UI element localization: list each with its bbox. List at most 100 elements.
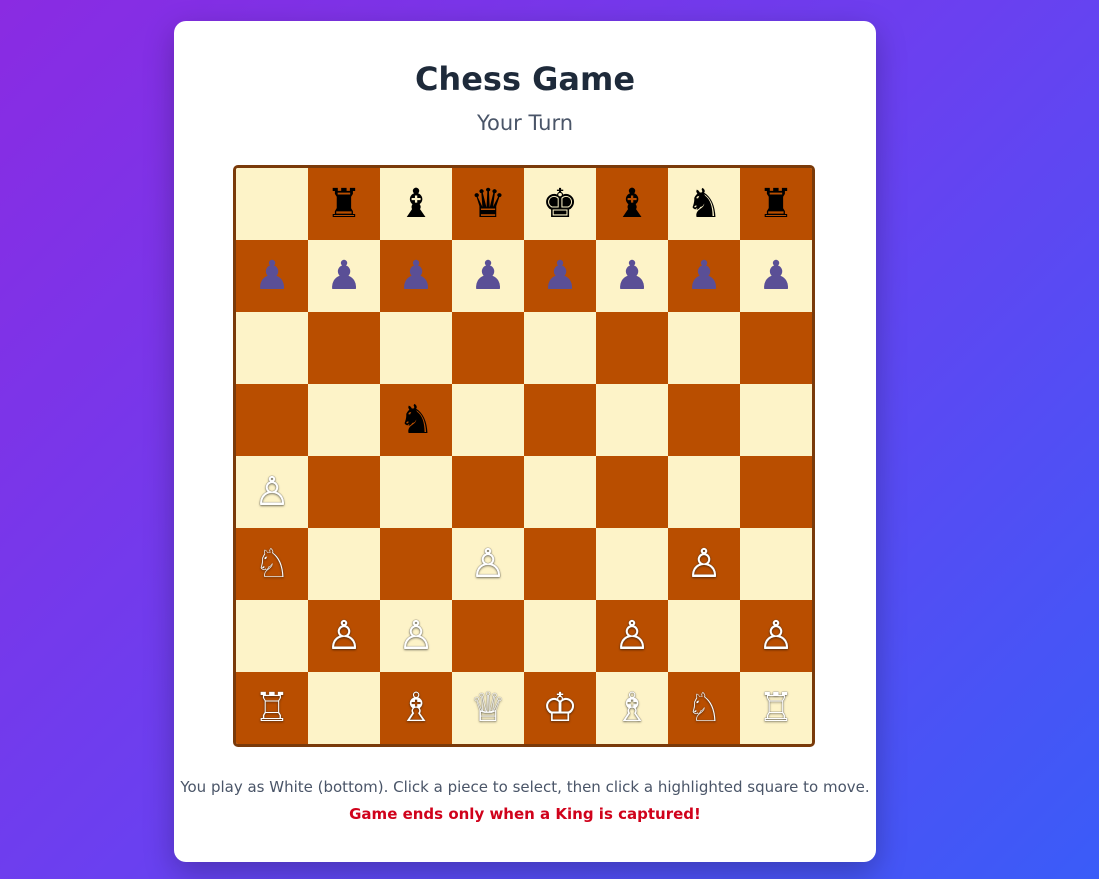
white-pawn-icon[interactable]: ♙ xyxy=(686,544,722,584)
square-g8[interactable]: ♞ xyxy=(668,168,740,240)
square-h2[interactable]: ♙ xyxy=(740,600,812,672)
black-pawn-icon[interactable]: ♟ xyxy=(470,256,506,296)
square-d2[interactable] xyxy=(452,600,524,672)
square-d3[interactable]: ♙ xyxy=(452,528,524,600)
square-c8[interactable]: ♝ xyxy=(380,168,452,240)
black-bishop-icon[interactable]: ♝ xyxy=(614,184,650,224)
white-pawn-icon[interactable]: ♙ xyxy=(326,616,362,656)
square-b1[interactable] xyxy=(308,672,380,744)
square-b4[interactable] xyxy=(308,456,380,528)
black-king-icon[interactable]: ♚ xyxy=(542,184,578,224)
black-pawn-icon[interactable]: ♟ xyxy=(326,256,362,296)
black-pawn-icon[interactable]: ♟ xyxy=(758,256,794,296)
square-b8[interactable]: ♜ xyxy=(308,168,380,240)
black-pawn-icon[interactable]: ♟ xyxy=(542,256,578,296)
square-f5[interactable] xyxy=(596,384,668,456)
white-knight-icon[interactable]: ♘ xyxy=(686,688,722,728)
square-d4[interactable] xyxy=(452,456,524,528)
square-c5[interactable]: ♞ xyxy=(380,384,452,456)
square-f6[interactable] xyxy=(596,312,668,384)
square-f1[interactable]: ♗ xyxy=(596,672,668,744)
square-a6[interactable] xyxy=(236,312,308,384)
square-c7[interactable]: ♟ xyxy=(380,240,452,312)
square-e6[interactable] xyxy=(524,312,596,384)
square-h4[interactable] xyxy=(740,456,812,528)
white-pawn-icon[interactable]: ♙ xyxy=(470,544,506,584)
black-knight-icon[interactable]: ♞ xyxy=(398,400,434,440)
square-a4[interactable]: ♙ xyxy=(236,456,308,528)
square-h8[interactable]: ♜ xyxy=(740,168,812,240)
square-g5[interactable] xyxy=(668,384,740,456)
square-d6[interactable] xyxy=(452,312,524,384)
black-queen-icon[interactable]: ♛ xyxy=(470,184,506,224)
square-c1[interactable]: ♗ xyxy=(380,672,452,744)
white-pawn-icon[interactable]: ♙ xyxy=(614,616,650,656)
game-card: Chess Game Your Turn ♜ ♝ ♛ ♚ ♝ ♞ ♜ ♟ ♟ ♟ ♟ ♟ ♟ ♟ ♟ ♞ ♙ ♘ ♙… xyxy=(174,21,876,862)
black-pawn-icon[interactable]: ♟ xyxy=(398,256,434,296)
square-g3[interactable]: ♙ xyxy=(668,528,740,600)
page-title: Chess Game xyxy=(414,60,636,98)
white-bishop-icon[interactable]: ♗ xyxy=(398,688,434,728)
square-f4[interactable] xyxy=(596,456,668,528)
square-b7[interactable]: ♟ xyxy=(308,240,380,312)
instructions-text: You play as White (bottom). Click a piec… xyxy=(180,778,870,796)
square-h7[interactable]: ♟ xyxy=(740,240,812,312)
square-e7[interactable]: ♟ xyxy=(524,240,596,312)
white-pawn-icon[interactable]: ♙ xyxy=(398,616,434,656)
square-a2[interactable] xyxy=(236,600,308,672)
square-d7[interactable]: ♟ xyxy=(452,240,524,312)
black-bishop-icon[interactable]: ♝ xyxy=(398,184,434,224)
white-pawn-icon[interactable]: ♙ xyxy=(758,616,794,656)
square-g4[interactable] xyxy=(668,456,740,528)
square-f8[interactable]: ♝ xyxy=(596,168,668,240)
black-pawn-icon[interactable]: ♟ xyxy=(614,256,650,296)
white-rook-icon[interactable]: ♖ xyxy=(254,688,290,728)
square-g2[interactable] xyxy=(668,600,740,672)
square-g6[interactable] xyxy=(668,312,740,384)
square-a1[interactable]: ♖ xyxy=(236,672,308,744)
square-f7[interactable]: ♟ xyxy=(596,240,668,312)
square-d5[interactable] xyxy=(452,384,524,456)
white-queen-icon[interactable]: ♕ xyxy=(470,688,506,728)
white-king-icon[interactable]: ♔ xyxy=(542,688,578,728)
square-e8[interactable]: ♚ xyxy=(524,168,596,240)
square-a8[interactable] xyxy=(236,168,308,240)
square-c3[interactable] xyxy=(380,528,452,600)
square-a7[interactable]: ♟ xyxy=(236,240,308,312)
white-knight-icon[interactable]: ♘ xyxy=(254,544,290,584)
square-g7[interactable]: ♟ xyxy=(668,240,740,312)
square-e5[interactable] xyxy=(524,384,596,456)
square-c2[interactable]: ♙ xyxy=(380,600,452,672)
square-a5[interactable] xyxy=(236,384,308,456)
black-pawn-icon[interactable]: ♟ xyxy=(254,256,290,296)
white-rook-icon[interactable]: ♖ xyxy=(758,688,794,728)
square-h5[interactable] xyxy=(740,384,812,456)
black-knight-icon[interactable]: ♞ xyxy=(686,184,722,224)
black-pawn-icon[interactable]: ♟ xyxy=(686,256,722,296)
square-d8[interactable]: ♛ xyxy=(452,168,524,240)
square-g1[interactable]: ♘ xyxy=(668,672,740,744)
square-e1[interactable]: ♔ xyxy=(524,672,596,744)
square-e4[interactable] xyxy=(524,456,596,528)
square-c6[interactable] xyxy=(380,312,452,384)
square-h3[interactable] xyxy=(740,528,812,600)
warning-text: Game ends only when a King is captured! xyxy=(349,805,701,823)
square-b3[interactable] xyxy=(308,528,380,600)
square-e2[interactable] xyxy=(524,600,596,672)
square-h6[interactable] xyxy=(740,312,812,384)
square-b5[interactable] xyxy=(308,384,380,456)
square-f3[interactable] xyxy=(596,528,668,600)
square-f2[interactable]: ♙ xyxy=(596,600,668,672)
square-a3[interactable]: ♘ xyxy=(236,528,308,600)
square-h1[interactable]: ♖ xyxy=(740,672,812,744)
black-rook-icon[interactable]: ♜ xyxy=(758,184,794,224)
chess-board: ♜ ♝ ♛ ♚ ♝ ♞ ♜ ♟ ♟ ♟ ♟ ♟ ♟ ♟ ♟ ♞ ♙ ♘ ♙ ♙ ♙ ♙ ♙ ♙ ♖ ♗ ♕ ♔ ♗ ♘ ♖ xyxy=(233,165,815,747)
white-pawn-icon[interactable]: ♙ xyxy=(254,472,290,512)
square-e3[interactable] xyxy=(524,528,596,600)
square-d1[interactable]: ♕ xyxy=(452,672,524,744)
black-rook-icon[interactable]: ♜ xyxy=(326,184,362,224)
square-b6[interactable] xyxy=(308,312,380,384)
square-c4[interactable] xyxy=(380,456,452,528)
white-bishop-icon[interactable]: ♗ xyxy=(614,688,650,728)
square-b2[interactable]: ♙ xyxy=(308,600,380,672)
